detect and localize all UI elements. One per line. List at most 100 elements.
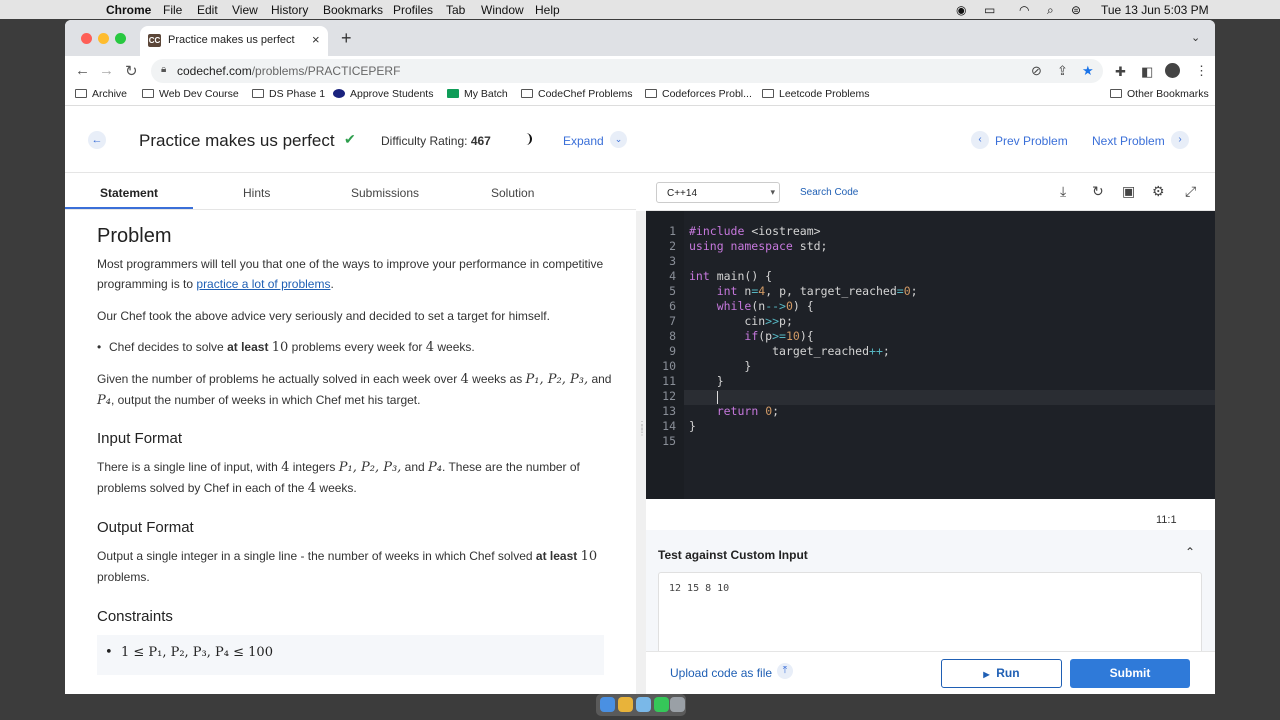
back-icon[interactable]: ← bbox=[75, 62, 90, 79]
tab-submissions[interactable]: Submissions bbox=[351, 186, 419, 200]
save-icon[interactable]: ▣ bbox=[1122, 183, 1135, 200]
dark-mode-moon-icon[interactable] bbox=[519, 132, 533, 146]
bookmark-codeforces[interactable]: Codeforces Probl... bbox=[645, 88, 752, 100]
battery-icon[interactable]: ▭ bbox=[984, 3, 995, 17]
menu-window[interactable]: Window bbox=[481, 3, 524, 17]
kebab-menu-icon[interactable]: ⋮ bbox=[1195, 63, 1208, 79]
eye-off-icon[interactable]: ⊘ bbox=[1031, 63, 1042, 79]
tab-search-chevron-icon[interactable]: ⌄ bbox=[1191, 31, 1200, 44]
solved-check-icon: ✔ bbox=[344, 131, 356, 147]
upload-icon[interactable]: ⤒ bbox=[777, 663, 793, 679]
menubar-clock[interactable]: Tue 13 Jun 5:03 PM bbox=[1101, 3, 1209, 17]
close-tab-icon[interactable]: × bbox=[312, 32, 320, 47]
reload-icon[interactable]: ↻ bbox=[125, 62, 138, 80]
practice-link[interactable]: practice a lot of problems bbox=[196, 277, 330, 291]
bookmark-other[interactable]: Other Bookmarks bbox=[1110, 88, 1209, 100]
line-number: 10 bbox=[662, 359, 676, 373]
sidebar-icon[interactable]: ◧ bbox=[1141, 64, 1153, 80]
zoom-window-icon[interactable] bbox=[115, 33, 126, 44]
menu-help[interactable]: Help bbox=[535, 3, 560, 17]
bookmark-leetcode[interactable]: Leetcode Problems bbox=[762, 88, 869, 100]
custom-input-textarea[interactable]: 12 15 8 10 bbox=[658, 572, 1202, 662]
download-icon[interactable]: ⤓ bbox=[1060, 183, 1066, 200]
record-icon[interactable]: ◉ bbox=[956, 3, 966, 17]
code-line: using namespace std; bbox=[689, 239, 828, 253]
menu-profiles[interactable]: Profiles bbox=[393, 3, 433, 17]
expand-button[interactable]: Expand bbox=[563, 134, 604, 148]
code-editor[interactable]: 1 2 3 4 5 6 7 8 9 10 11 12 13 14 15 #inc… bbox=[646, 211, 1215, 499]
new-tab-icon[interactable]: + bbox=[341, 28, 352, 49]
run-button[interactable]: ▶ Run bbox=[941, 659, 1062, 688]
tab-hints[interactable]: Hints bbox=[243, 186, 270, 200]
pane-resize-handle[interactable] bbox=[636, 211, 646, 694]
folder-icon bbox=[521, 89, 533, 98]
finder-icon[interactable] bbox=[600, 697, 615, 712]
drag-handle-icon[interactable]: ⋮ ⋮ ⋮ bbox=[638, 421, 646, 437]
upload-code-link[interactable]: Upload code as file bbox=[670, 666, 772, 680]
bookmark-codechef[interactable]: CodeChef Problems bbox=[521, 88, 633, 100]
bookmark-web-dev[interactable]: Web Dev Course bbox=[142, 88, 239, 100]
menu-file[interactable]: File bbox=[163, 3, 182, 17]
input-format-heading: Input Format bbox=[97, 430, 183, 447]
chevron-left-icon[interactable]: ‹ bbox=[971, 131, 989, 149]
extensions-icon[interactable]: ✚ bbox=[1115, 64, 1126, 80]
close-window-icon[interactable] bbox=[81, 33, 92, 44]
code-line: int n=4, p, target_reached=0; bbox=[716, 284, 918, 298]
submit-button[interactable]: Submit bbox=[1070, 659, 1190, 688]
menu-view[interactable]: View bbox=[232, 3, 258, 17]
minimize-window-icon[interactable] bbox=[98, 33, 109, 44]
menu-bookmarks[interactable]: Bookmarks bbox=[323, 3, 383, 17]
tab-statement[interactable]: Statement bbox=[100, 186, 158, 200]
search-code-link[interactable]: Search Code bbox=[800, 187, 858, 198]
chrome-icon[interactable] bbox=[618, 697, 633, 712]
forward-icon[interactable]: → bbox=[99, 62, 114, 79]
menu-tab[interactable]: Tab bbox=[446, 3, 465, 17]
text-cursor bbox=[717, 391, 718, 404]
menu-history[interactable]: History bbox=[271, 3, 308, 17]
control-center-icon[interactable]: ⊜ bbox=[1071, 3, 1081, 17]
code-pane: C++14 ▾ Search Code ⤓ ↻ ▣ ⚙ ⤢ 1 2 3 4 5 … bbox=[646, 174, 1215, 694]
approve-favicon-icon bbox=[333, 89, 345, 98]
bookmark-approve-students[interactable]: Approve Students bbox=[333, 88, 433, 100]
codechef-page: ← Practice makes us perfect ✔ Difficulty… bbox=[65, 107, 1215, 694]
language-select[interactable]: C++14 ▾ bbox=[656, 182, 780, 203]
problem-statement: Problem Most programmers will tell you t… bbox=[65, 211, 636, 694]
fullscreen-icon[interactable]: ⤢ bbox=[1185, 183, 1196, 200]
share-icon[interactable]: ⇪ bbox=[1057, 63, 1068, 79]
folder-icon bbox=[252, 89, 264, 98]
paragraph-given: Given the number of problems he actually… bbox=[97, 372, 612, 408]
app-icon[interactable] bbox=[636, 697, 651, 712]
tab-solution[interactable]: Solution bbox=[491, 186, 534, 200]
code-line: target_reached++; bbox=[689, 344, 890, 358]
input-format-text: There is a single line of input, with 4 … bbox=[97, 460, 580, 496]
reset-icon[interactable]: ↻ bbox=[1092, 183, 1104, 200]
search-icon[interactable]: ⌕ bbox=[1047, 3, 1054, 18]
menu-app[interactable]: Chrome bbox=[106, 3, 151, 17]
prev-problem-button[interactable]: Prev Problem bbox=[995, 134, 1068, 148]
bookmark-my-batch[interactable]: My Batch bbox=[447, 88, 508, 100]
bookmark-archive[interactable]: Archive bbox=[75, 88, 127, 100]
trash-icon[interactable] bbox=[670, 697, 685, 712]
play-icon: ▶ bbox=[983, 670, 990, 679]
wifi-icon[interactable]: ◠ bbox=[1019, 3, 1029, 17]
lock-icon[interactable]: 🔒︎ bbox=[161, 64, 166, 75]
profile-avatar[interactable] bbox=[1165, 63, 1180, 78]
browser-tab[interactable]: CC Practice makes us perfect - Pr × bbox=[140, 26, 328, 56]
menu-edit[interactable]: Edit bbox=[197, 3, 218, 17]
back-arrow-icon[interactable]: ← bbox=[88, 131, 106, 149]
constraints-heading: Constraints bbox=[97, 608, 173, 625]
settings-gear-icon[interactable]: ⚙ bbox=[1152, 183, 1165, 200]
chevron-right-icon[interactable]: › bbox=[1171, 131, 1189, 149]
chevron-up-icon[interactable]: ⌃ bbox=[1185, 545, 1195, 559]
url-text[interactable]: codechef.com/problems/PRACTICEPERF bbox=[177, 64, 400, 78]
tab-title: Practice makes us perfect - Pr bbox=[168, 34, 298, 46]
address-bar[interactable]: 🔒︎ codechef.com/problems/PRACTICEPERF ⊘ … bbox=[151, 59, 1103, 83]
messages-icon[interactable] bbox=[654, 697, 669, 712]
bookmark-star-icon[interactable]: ★ bbox=[1082, 63, 1094, 79]
statement-tabs: Statement Hints Submissions Solution bbox=[65, 174, 636, 210]
tab-strip: CC Practice makes us perfect - Pr × + ⌄ bbox=[65, 20, 1215, 56]
chevron-down-icon[interactable]: ⌄ bbox=[610, 131, 627, 148]
macos-dock bbox=[596, 694, 686, 716]
next-problem-button[interactable]: Next Problem bbox=[1092, 134, 1165, 148]
bookmark-ds-phase[interactable]: DS Phase 1 bbox=[252, 88, 325, 100]
